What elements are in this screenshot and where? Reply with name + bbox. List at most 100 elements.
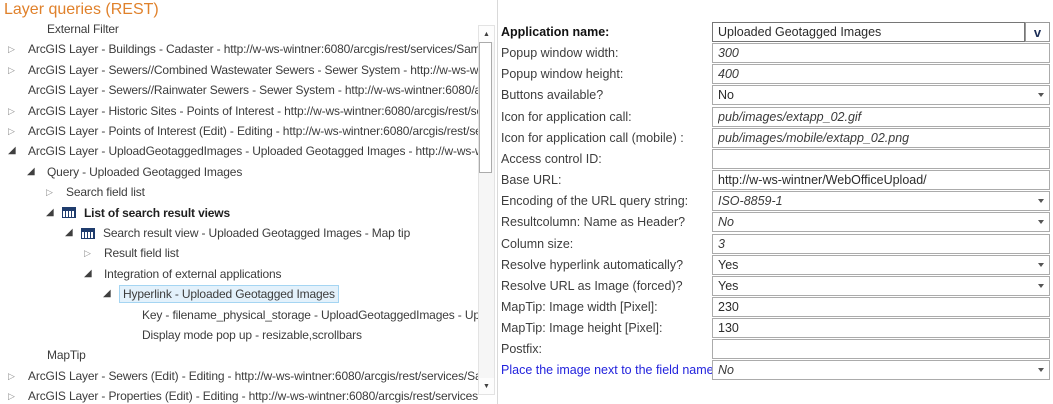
tree-item[interactable]: Key - filename_physical_storage - Upload… <box>0 305 478 325</box>
icon-application-call-mobile-label: Icon for application call (mobile) : <box>501 130 684 145</box>
tree-item[interactable]: External Filter <box>0 19 478 39</box>
dropdown-arrow-icon[interactable] <box>1038 283 1044 288</box>
resolve-hyperlink-value: Yes <box>718 257 739 272</box>
url-encoding-label: Encoding of the URL query string: <box>501 194 689 209</box>
tree-item-label: Display mode pop up - resizable,scrollba… <box>142 328 362 342</box>
expander-collapsed-icon[interactable]: ▷ <box>8 368 24 384</box>
tree-item[interactable]: ◢ Search result view - Uploaded Geotagged… <box>0 223 478 243</box>
tree-item[interactable]: ▷ ArcGIS Layer - Sewers//Combined Wastewa… <box>0 60 478 80</box>
layer-tree: External Filter ▷ ArcGIS Layer - Buildings… <box>0 19 478 404</box>
tree-item-label: Search result view - Uploaded Geotagged … <box>103 226 411 240</box>
buttons-available-input[interactable]: No <box>712 85 1050 106</box>
application-name-input[interactable]: Uploaded Geotagged Images <box>712 22 1025 42</box>
tree-item-label: Result field list <box>104 246 179 261</box>
tree-item-label: ArcGIS Layer - Sewers//Rainwater Sewers … <box>28 83 478 98</box>
expander-collapsed-icon[interactable]: ▷ <box>8 388 24 404</box>
tree-item-label: Key - filename_physical_storage - Upload… <box>142 307 478 322</box>
tree-item-label: Hyperlink - Uploaded Geotagged Images <box>119 285 339 304</box>
tree-item-selected[interactable]: ◢ Hyperlink - Uploaded Geotagged Images <box>0 284 478 304</box>
tree-item[interactable]: ▷ ArcGIS Layer - Points of Interest (Edit… <box>0 121 478 141</box>
access-control-id-input[interactable] <box>712 148 1050 169</box>
dropdown-arrow-icon[interactable] <box>1038 93 1044 98</box>
tree-item-label: ArcGIS Layer - Properties (Edit) - Editi… <box>28 389 478 404</box>
image-next-to-field-name-label[interactable]: Place the image next to the field name? <box>501 360 721 380</box>
combobox-open-button[interactable]: v <box>1025 22 1050 42</box>
resolve-url-as-image-label: Resolve URL as Image (forced)? <box>501 278 683 293</box>
tree-item-label: MapTip <box>47 348 86 363</box>
expander-expanded-icon[interactable]: ◢ <box>103 286 119 302</box>
popup-window-height-value: 400 <box>718 67 739 82</box>
scroll-up-button[interactable]: ▲ <box>479 26 494 42</box>
popup-window-width-value: 300 <box>718 46 739 61</box>
buttons-available-label: Buttons available? <box>501 88 604 103</box>
tree-scrollbar[interactable]: ▲ ▼ <box>478 25 495 395</box>
expander-collapsed-icon[interactable]: ▷ <box>8 41 24 57</box>
resolve-url-as-image-input[interactable]: Yes <box>712 275 1050 296</box>
scroll-down-button[interactable]: ▼ <box>479 378 494 394</box>
tree-item[interactable]: ▷ Search field list <box>0 182 478 202</box>
tree-item-label: Query - Uploaded Geotagged Images <box>47 164 243 179</box>
page-title: Layer queries (REST) <box>4 1 159 18</box>
base-url-label: Base URL: <box>501 173 562 188</box>
tree-item-label: ArcGIS Layer - Buildings - Cadaster - ht… <box>28 42 478 57</box>
tree-item[interactable]: Display mode pop up - resizable,scrollba… <box>0 325 478 345</box>
resolve-url-as-image-value: Yes <box>718 278 739 293</box>
base-url-value: http://w-ws-wintner/WebOfficeUpload/ <box>718 173 927 188</box>
maptip-image-height-label: MapTip: Image height [Pixel]: <box>501 321 663 336</box>
maptip-image-width-input[interactable]: 230 <box>712 296 1050 317</box>
properties-panel: Application name: Uploaded Geotagged Imag… <box>497 0 1053 404</box>
url-encoding-value: ISO-8859-1 <box>718 194 783 209</box>
icon-application-call-label: Icon for application call: <box>501 109 632 124</box>
tree-item-label: ArcGIS Layer - Sewers (Edit) - Editing -… <box>28 368 478 383</box>
expander-collapsed-icon[interactable]: ▷ <box>8 62 24 78</box>
dropdown-arrow-icon[interactable] <box>1038 262 1044 267</box>
expander-collapsed-icon[interactable]: ▷ <box>8 123 24 139</box>
tree-item[interactable]: ◢ Integration of external applications <box>0 264 478 284</box>
dropdown-arrow-icon[interactable] <box>1038 199 1044 204</box>
tree-item-label: ArcGIS Layer - UploadGeotaggedImages - U… <box>28 144 478 159</box>
tree-item-label: External Filter <box>47 22 119 36</box>
resultcolumn-header-input[interactable]: No <box>712 212 1050 233</box>
expander-collapsed-icon[interactable]: ▷ <box>46 184 62 200</box>
dropdown-arrow-icon[interactable] <box>1038 368 1044 373</box>
tree-item-label: List of search result views <box>84 205 231 220</box>
tree-item[interactable]: ▷ ArcGIS Layer - Historic Sites - Points … <box>0 101 478 121</box>
tree-item[interactable]: ▷ ArcGIS Layer - Buildings - Cadaster - h… <box>0 39 478 59</box>
table-icon <box>62 207 76 219</box>
tree-item[interactable]: ▷ ArcGIS Layer - Sewers (Edit) - Editing … <box>0 366 478 386</box>
application-name-value: Uploaded Geotagged Images <box>718 25 882 39</box>
tree-item[interactable]: ▷ ArcGIS Layer - Properties (Edit) - Edit… <box>0 386 478 404</box>
image-next-to-field-name-input[interactable]: No <box>712 360 1050 381</box>
expander-expanded-icon[interactable]: ◢ <box>27 164 43 180</box>
icon-application-call-mobile-input[interactable]: pub/images/mobile/extapp_02.png <box>712 127 1050 148</box>
column-size-input[interactable]: 3 <box>712 233 1050 254</box>
dropdown-arrow-icon[interactable] <box>1038 220 1044 225</box>
tree-item[interactable]: ◢ Query - Uploaded Geotagged Images <box>0 162 478 182</box>
maptip-image-height-value: 130 <box>718 321 739 336</box>
icon-application-call-input[interactable]: pub/images/extapp_02.gif <box>712 106 1050 127</box>
tree-item[interactable]: ◢ ArcGIS Layer - UploadGeotaggedImages - … <box>0 141 478 161</box>
expander-expanded-icon[interactable]: ◢ <box>8 143 24 159</box>
tree-item-label: Integration of external applications <box>104 266 282 281</box>
url-encoding-input[interactable]: ISO-8859-1 <box>712 191 1050 212</box>
popup-window-width-input[interactable]: 300 <box>712 43 1050 64</box>
scrollbar-thumb[interactable] <box>479 42 492 173</box>
base-url-input[interactable]: http://w-ws-wintner/WebOfficeUpload/ <box>712 170 1050 191</box>
expander-expanded-icon[interactable]: ◢ <box>84 266 100 282</box>
expander-collapsed-icon[interactable]: ▷ <box>8 103 24 119</box>
tree-item[interactable]: ArcGIS Layer - Sewers//Rainwater Sewers … <box>0 80 478 100</box>
resultcolumn-header-value: No <box>718 215 734 230</box>
resolve-hyperlink-input[interactable]: Yes <box>712 254 1050 275</box>
tree-item[interactable]: MapTip <box>0 345 478 365</box>
tree-item[interactable]: ▷ Result field list <box>0 243 478 263</box>
expander-expanded-icon[interactable]: ◢ <box>65 225 81 241</box>
maptip-image-width-label: MapTip: Image width [Pixel]: <box>501 299 658 314</box>
postfix-input[interactable] <box>712 339 1050 360</box>
popup-window-height-input[interactable]: 400 <box>712 64 1050 85</box>
expander-collapsed-icon[interactable]: ▷ <box>84 245 100 261</box>
icon-application-call-value: pub/images/extapp_02.gif <box>718 109 862 124</box>
column-size-label: Column size: <box>501 236 574 251</box>
expander-expanded-icon[interactable]: ◢ <box>46 205 62 221</box>
maptip-image-height-input[interactable]: 130 <box>712 318 1050 339</box>
tree-item[interactable]: ◢ List of search result views <box>0 203 478 223</box>
